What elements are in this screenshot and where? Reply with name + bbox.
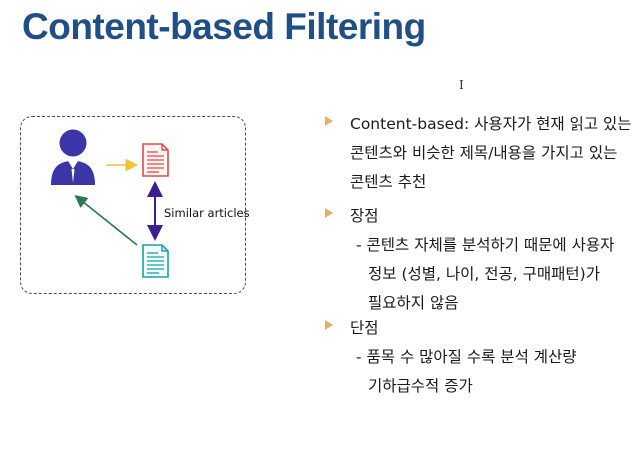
bullet-sub-line: - 콘텐츠 자체를 분석하기 때문에 사용자 [356,236,615,254]
bullet-line: 콘텐츠와 비슷한 제목/내용을 가지고 있는 [350,144,618,162]
similar-articles-label: Similar articles [164,206,250,220]
user-icon [51,129,95,185]
bullet-advantages: 장점 - 콘텐츠 자체를 분석하기 때문에 사용자 정보 (성별, 나이, 전공… [318,202,638,320]
bullet-sub-line: - 품목 수 많아질 수록 분석 계산량 [356,348,577,366]
bullet-content-based: Content-based: 사용자가 현재 읽고 있는 콘텐츠와 비슷한 제목… [318,110,638,208]
article-recommended-icon [142,244,169,278]
bullet-list: Content-based: 사용자가 현재 읽고 있는 콘텐츠와 비슷한 제목… [318,115,638,401]
recommend-arrow [74,195,138,246]
slide-title: Content-based Filtering [22,6,426,47]
bullet-arrow-icon [325,320,333,330]
bullet-line: 콘텐츠 추천 [350,173,427,191]
bullet-sub-line: 정보 (성별, 나이, 전공, 구매패턴)가 [368,265,600,283]
text-cursor-icon: I [459,78,464,92]
bullet-arrow-icon [325,116,333,126]
bullet-heading: 단점 [350,319,379,337]
article-read-icon [142,143,169,177]
content-based-diagram: Similar articles [20,116,250,294]
bullet-heading: 장점 [350,207,379,225]
bullet-arrow-icon [325,208,333,218]
bullet-line: Content-based: 사용자가 현재 읽고 있는 [350,115,632,133]
bullet-sub-line: 기하급수적 증가 [368,377,473,395]
bullet-disadvantages: 단점 - 품목 수 많아질 수록 분석 계산량 기하급수적 증가 [318,314,638,401]
